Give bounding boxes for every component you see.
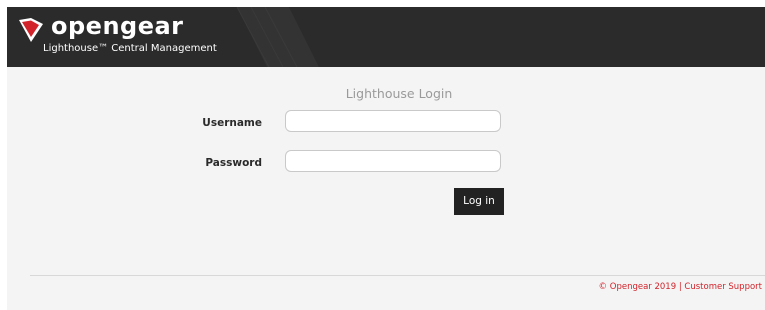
header-bar: opengear Lighthouse™ Central Management xyxy=(7,7,765,67)
password-label: Password xyxy=(205,157,262,169)
login-title: Lighthouse Login xyxy=(345,86,453,101)
product-subtitle: Lighthouse™ Central Management xyxy=(43,43,217,54)
footer-separator: | xyxy=(678,282,682,292)
copyright-text: © Opengear 2019 xyxy=(598,282,677,292)
login-button[interactable]: Log in xyxy=(454,188,504,215)
footer-divider xyxy=(30,275,765,276)
login-panel: Lighthouse Login Username Password Log i… xyxy=(7,67,765,310)
page: opengear Lighthouse™ Central Management … xyxy=(0,0,765,310)
logo-text: opengear xyxy=(51,12,184,40)
username-field[interactable] xyxy=(285,110,501,132)
username-label: Username xyxy=(202,117,262,129)
footer: © Opengear 2019 | Customer Support xyxy=(599,281,762,293)
opengear-logo-icon xyxy=(19,18,43,42)
password-field[interactable] xyxy=(285,150,501,172)
customer-support-link[interactable]: Customer Support xyxy=(684,282,762,292)
